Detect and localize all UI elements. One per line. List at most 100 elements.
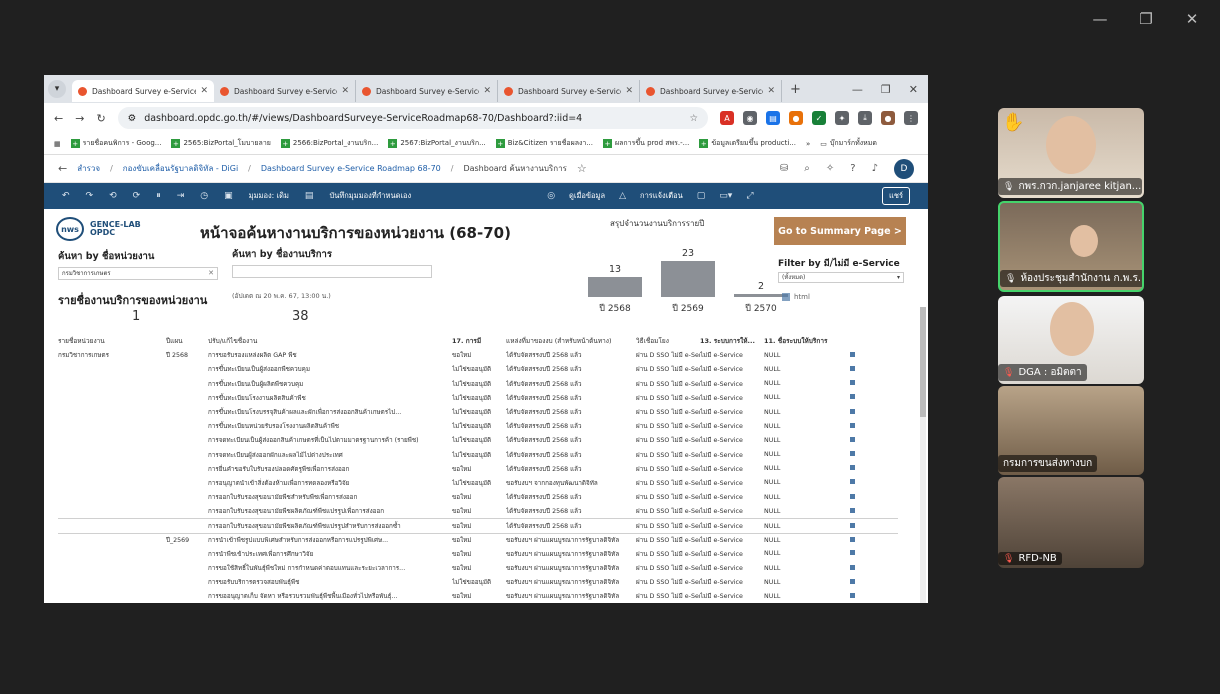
- download-icon[interactable]: ⤓: [858, 111, 872, 125]
- column-header[interactable]: ปีแผน: [166, 336, 208, 346]
- redo-icon[interactable]: ↷: [86, 191, 94, 201]
- table-row[interactable]: การขอรับบริการตรวจสอบพันธุ์พืช ไม่ใช่ขออน…: [58, 575, 898, 589]
- help-icon[interactable]: ?: [850, 163, 855, 174]
- restore-icon[interactable]: ❐: [1136, 10, 1156, 28]
- profile-avatar-icon[interactable]: ●: [881, 111, 895, 125]
- share-button[interactable]: แชร์: [882, 187, 910, 205]
- watch-data-button[interactable]: ดูเมื่อข้อมูล: [569, 190, 605, 202]
- table-row[interactable]: การออกใบรับรองสุขอนามัยพืชผลิตภัณฑ์พืชแป…: [58, 504, 898, 518]
- alerts-button[interactable]: การแจ้งเตือน: [640, 190, 683, 202]
- replay-icon[interactable]: ⇥: [177, 191, 185, 201]
- new-tab-button[interactable]: +: [790, 82, 801, 97]
- back-icon[interactable]: ←: [58, 162, 67, 175]
- clear-icon[interactable]: ✕: [208, 268, 214, 279]
- bookmark-item[interactable]: + ข้อมูลเตรียมขึ้น producti...: [699, 138, 796, 149]
- close-tab-icon[interactable]: ✕: [483, 86, 491, 96]
- breadcrumb-explore[interactable]: สำรวจ: [77, 162, 100, 175]
- comment-icon[interactable]: ▢: [697, 191, 706, 201]
- close-tab-icon[interactable]: ✕: [767, 86, 775, 96]
- favorite-star-icon[interactable]: ☆: [577, 162, 587, 175]
- bookmark-item[interactable]: +2566:BizPortal_งานบริก...: [280, 138, 378, 149]
- tab-dashboard-2[interactable]: Dashboard Survey e-Service Roa✕: [214, 80, 356, 102]
- menu-kebab-icon[interactable]: ⋮: [904, 111, 918, 125]
- url-field[interactable]: ⚙ dashboard.opdc.go.th/#/views/Dashboard…: [117, 107, 708, 129]
- present-icon[interactable]: ▭▾: [719, 191, 732, 201]
- tab-dashboard-5[interactable]: Dashboard Survey e-Service Roa✕: [640, 80, 782, 102]
- e-service-filter-dropdown[interactable]: (ทั้งหมด) ▾: [778, 272, 904, 283]
- table-row[interactable]: การขึ้นทะเบียนเป็นผู้ผลิตพืชควบคุม ไม่ใช่…: [58, 377, 898, 391]
- tab-dashboard-1[interactable]: Dashboard Survey e-Service Roa✕: [72, 80, 214, 102]
- table-row[interactable]: การขออนุญาตเก็บ จัดหา หรือรวบรวมพันธุ์พื…: [58, 589, 898, 603]
- participant-tile[interactable]: 🎙 DGA : อมิตตา: [998, 296, 1144, 384]
- table-row[interactable]: กรมวิชาการเกษตร ปี 2568 การขอรับรองแหล่งผล…: [58, 348, 898, 362]
- lightbulb-icon[interactable]: ✧: [826, 163, 834, 174]
- participant-tile[interactable]: ✋ 🎙 กพร.กวก.janjaree kitjan...: [998, 108, 1144, 198]
- extension-icon[interactable]: ●: [789, 111, 803, 125]
- view-label[interactable]: มุมมอง: เดิม: [249, 190, 289, 202]
- bookmark-item[interactable]: + Biz&Citizen รายชื่อผลงา...: [495, 138, 593, 149]
- bookmark-item[interactable]: + รายชื่อคนพิการ - Goog...: [70, 138, 161, 149]
- table-row[interactable]: การจดทะเบียนเป็นผู้ส่งออกสินค้าเกษตรที่เ…: [58, 433, 898, 447]
- reload-icon[interactable]: ↻: [96, 112, 105, 125]
- undo-icon[interactable]: ↶: [62, 191, 70, 201]
- table-row[interactable]: การขึ้นทะเบียนหน่วยรับรองโรงงานผลิตสินค้…: [58, 419, 898, 433]
- restore-icon[interactable]: ❐: [881, 83, 891, 96]
- bookmark-star-icon[interactable]: ☆: [689, 113, 698, 124]
- forward-icon[interactable]: →: [75, 112, 84, 125]
- tab-dashboard-4[interactable]: Dashboard Survey e-Service Roa✕: [498, 80, 640, 102]
- clock-icon[interactable]: ◷: [200, 191, 208, 201]
- bookmark-item[interactable]: + ผลการขึ้น prod สพร.-...: [603, 138, 689, 149]
- close-tab-icon[interactable]: ✕: [200, 86, 208, 96]
- scrollbar-thumb[interactable]: [920, 307, 926, 417]
- table-row[interactable]: การขึ้นทะเบียนโรงบรรจุสินค้าผลและผักเพื่…: [58, 405, 898, 419]
- column-header[interactable]: 13. ระบบการให้...: [700, 336, 764, 346]
- back-icon[interactable]: ←: [54, 112, 63, 125]
- tab-dashboard-3[interactable]: Dashboard Survey e-Service Roa✕: [356, 80, 498, 102]
- view-icon[interactable]: ▣: [224, 191, 233, 201]
- table-row[interactable]: การจดทะเบียนผู้ส่งออกผักและผลไม้ไปต่างปร…: [58, 448, 898, 462]
- participant-tile[interactable]: กรมการขนส่งทางบก: [998, 386, 1144, 475]
- column-header[interactable]: รายชื่อหน่วยงาน: [58, 336, 166, 346]
- close-tab-icon[interactable]: ✕: [341, 86, 349, 96]
- close-icon[interactable]: ✕: [909, 83, 918, 96]
- bar-ปี-2568[interactable]: [588, 276, 642, 297]
- pdf-extension-icon[interactable]: A: [720, 111, 734, 125]
- database-icon[interactable]: ⛁: [780, 163, 788, 174]
- column-header[interactable]: 17. การมี: [452, 336, 506, 346]
- table-row[interactable]: การออกใบรับรองสุขอนามัยพืชสำหรับพืชเพื่อ…: [58, 490, 898, 504]
- bell-icon[interactable]: ♪: [872, 163, 878, 174]
- save-view-button[interactable]: บันทึกมุมมองที่กำหนดเอง: [329, 190, 411, 202]
- bookmark-item[interactable]: +2565:BizPortal_โมบายลาย: [171, 138, 271, 149]
- alert-icon[interactable]: △: [619, 191, 626, 201]
- table-row[interactable]: การอนุญาตนำเข้าสิ่งต้องห้ามเพื่อการทดลอง…: [58, 476, 898, 490]
- table-row[interactable]: การยื่นคำขอรับใบรับรองปลอดศัตรูพืชเพื่อก…: [58, 462, 898, 476]
- close-tab-icon[interactable]: ✕: [625, 86, 633, 96]
- table-row[interactable]: การขึ้นทะเบียนเป็นผู้ส่งออกพืชควบคุม ไม่ใ…: [58, 362, 898, 376]
- minimize-icon[interactable]: —: [1090, 10, 1110, 28]
- search-service-input[interactable]: [232, 265, 432, 278]
- minimize-icon[interactable]: —: [852, 83, 863, 96]
- search-icon[interactable]: ⌕: [804, 163, 810, 174]
- go-to-summary-button[interactable]: Go to Summary Page >: [774, 217, 906, 245]
- table-row[interactable]: การขอใช้สิทธิ์ในพันธุ์พืชใหม่ การกำหนดค่…: [58, 561, 898, 575]
- all-bookmarks-folder[interactable]: ▭ บุ๊กมาร์กทั้งหมด: [820, 138, 877, 149]
- search-agency-input[interactable]: กรมวิชาการเกษตร ✕: [58, 267, 218, 280]
- table-row[interactable]: การออกใบรับรองสุขอนามัยพืชผลิตภัณฑ์พืชแป…: [58, 518, 898, 532]
- bar-ปี-2570[interactable]: [734, 293, 788, 297]
- close-icon[interactable]: ✕: [1182, 10, 1202, 28]
- participant-tile-active[interactable]: 🎙 ห้องประชุมสำนักงาน ก.พ.ร.: [998, 201, 1144, 292]
- fullscreen-icon[interactable]: ⤢: [746, 191, 753, 201]
- save-extension-icon[interactable]: ▤: [766, 111, 780, 125]
- avatar[interactable]: D: [894, 158, 914, 179]
- table-row[interactable]: การนำพืชเข้าประเทศเพื่อการศึกษาวิจัย ขอให…: [58, 547, 898, 561]
- tab-search-icon[interactable]: ▾: [48, 80, 66, 98]
- table-row[interactable]: ปี_2569 การนำเข้าพืชรูปแบบพิเศษสำหรับการส…: [58, 532, 898, 547]
- table-row[interactable]: การขึ้นทะเบียนโรงงานผลิตสินค้าพืช ไม่ใช่ข…: [58, 391, 898, 405]
- watch-icon[interactable]: ◎: [547, 191, 555, 201]
- breadcrumb-workbook[interactable]: Dashboard Survey e-Service Roadmap 68-70: [261, 164, 441, 173]
- more-bookmarks-icon[interactable]: »: [806, 140, 810, 148]
- bar-ปี-2569[interactable]: [661, 261, 715, 297]
- breadcrumb-project[interactable]: กองขับเคลื่อนรัฐบาลดิจิทัล - DiGi: [123, 162, 238, 175]
- apps-grid-icon[interactable]: ▦: [54, 140, 61, 148]
- column-header[interactable]: ปรับ/แก้ไขชื่องาน: [208, 336, 452, 346]
